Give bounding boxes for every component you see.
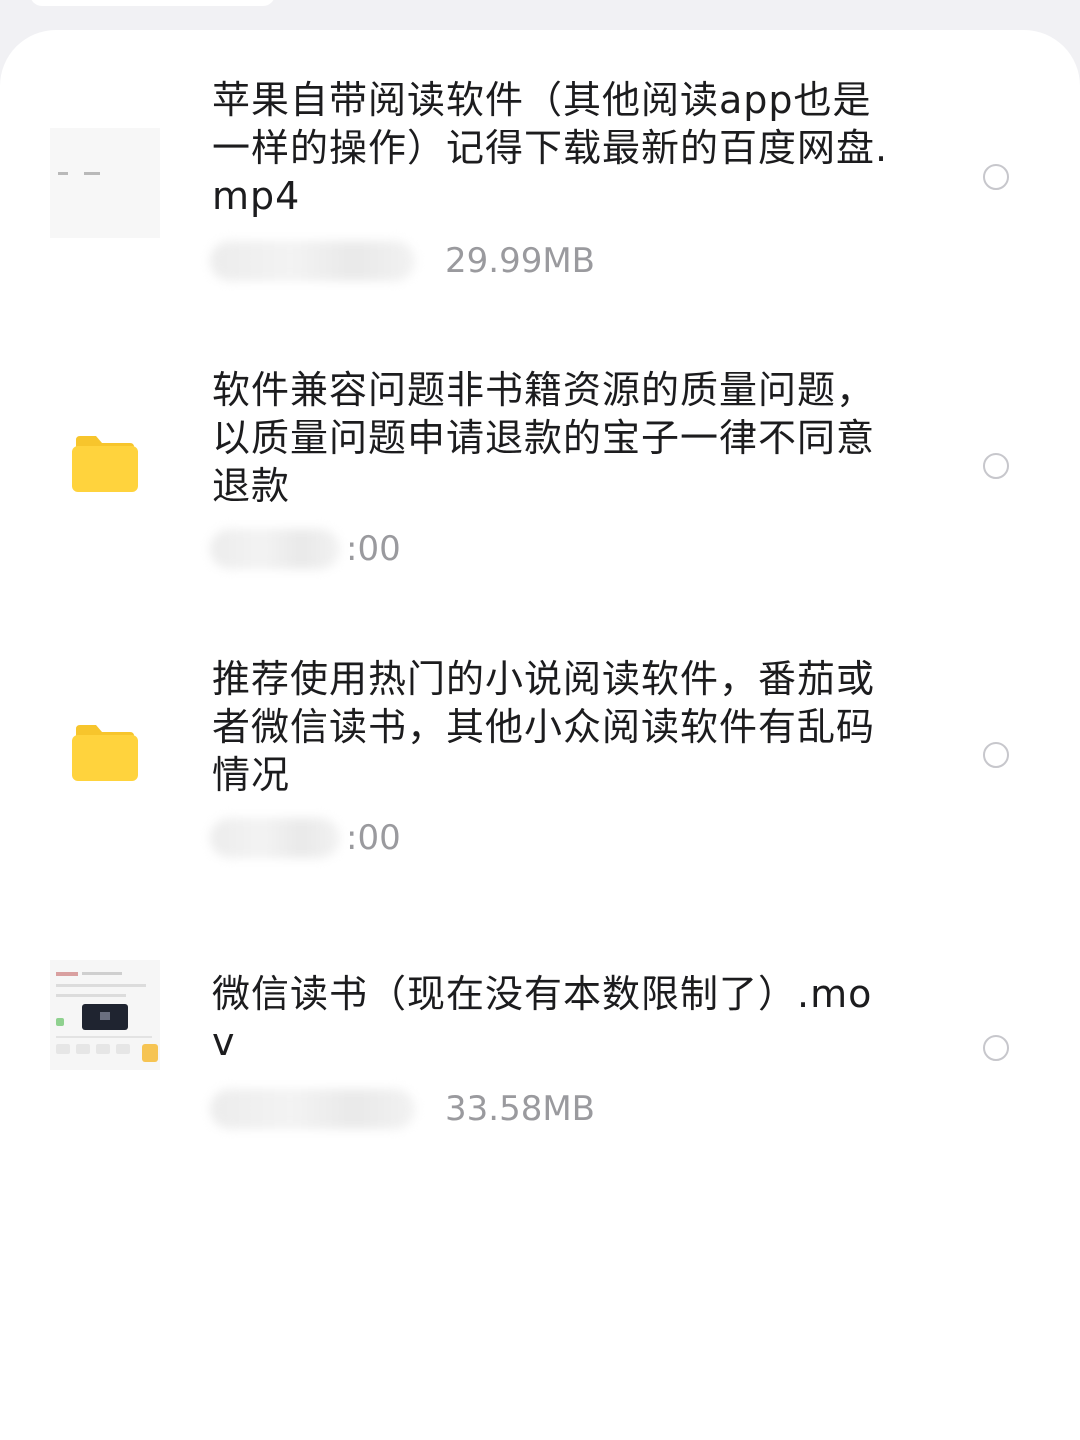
file-meta: :00 (210, 526, 401, 572)
blurred-date (210, 241, 415, 281)
folder-icon (72, 436, 138, 492)
blurred-date (210, 818, 340, 858)
file-row-2[interactable]: 软件兼容问题非书籍资源的质量问题，以质量问题申请退款的宝子一律不同意退款 :00 (0, 360, 1080, 630)
select-radio[interactable] (983, 742, 1009, 768)
file-size: 29.99MB (445, 241, 595, 281)
file-meta: :00 (210, 815, 401, 861)
file-row-1[interactable]: 苹果自带阅读软件（其他阅读app也是一样的操作）记得下载最新的百度网盘.mp4 … (0, 70, 1080, 340)
blurred-date (210, 529, 340, 569)
file-time: :00 (346, 529, 401, 569)
file-name: 苹果自带阅读软件（其他阅读app也是一样的操作）记得下载最新的百度网盘.mp4 (212, 78, 889, 218)
select-radio[interactable] (983, 453, 1009, 479)
blurred-date (210, 1089, 415, 1129)
video-thumbnail-icon (50, 960, 160, 1070)
select-radio[interactable] (983, 1035, 1009, 1061)
video-thumbnail-icon (50, 128, 160, 238)
file-meta: 29.99MB (210, 238, 595, 284)
file-list-sheet: 苹果自带阅读软件（其他阅读app也是一样的操作）记得下载最新的百度网盘.mp4 … (0, 30, 1080, 1440)
file-name: 微信读书（现在没有本数限制了）.mov (212, 972, 873, 1064)
file-size: 33.58MB (445, 1089, 595, 1129)
top-tab (30, 0, 275, 6)
file-row-3[interactable]: 推荐使用热门的小说阅读软件，番茄或者微信读书，其他小众阅读软件有乱码情况 :00 (0, 649, 1080, 919)
folder-name: 推荐使用热门的小说阅读软件，番茄或者微信读书，其他小众阅读软件有乱码情况 (212, 657, 876, 797)
folder-icon (72, 725, 138, 781)
file-time: :00 (346, 818, 401, 858)
file-row-4[interactable]: 微信读书（现在没有本数限制了）.mov 33.58MB (0, 938, 1080, 1208)
select-radio[interactable] (983, 164, 1009, 190)
file-meta: 33.58MB (210, 1086, 595, 1132)
folder-name: 软件兼容问题非书籍资源的质量问题，以质量问题申请退款的宝子一律不同意退款 (212, 368, 876, 508)
